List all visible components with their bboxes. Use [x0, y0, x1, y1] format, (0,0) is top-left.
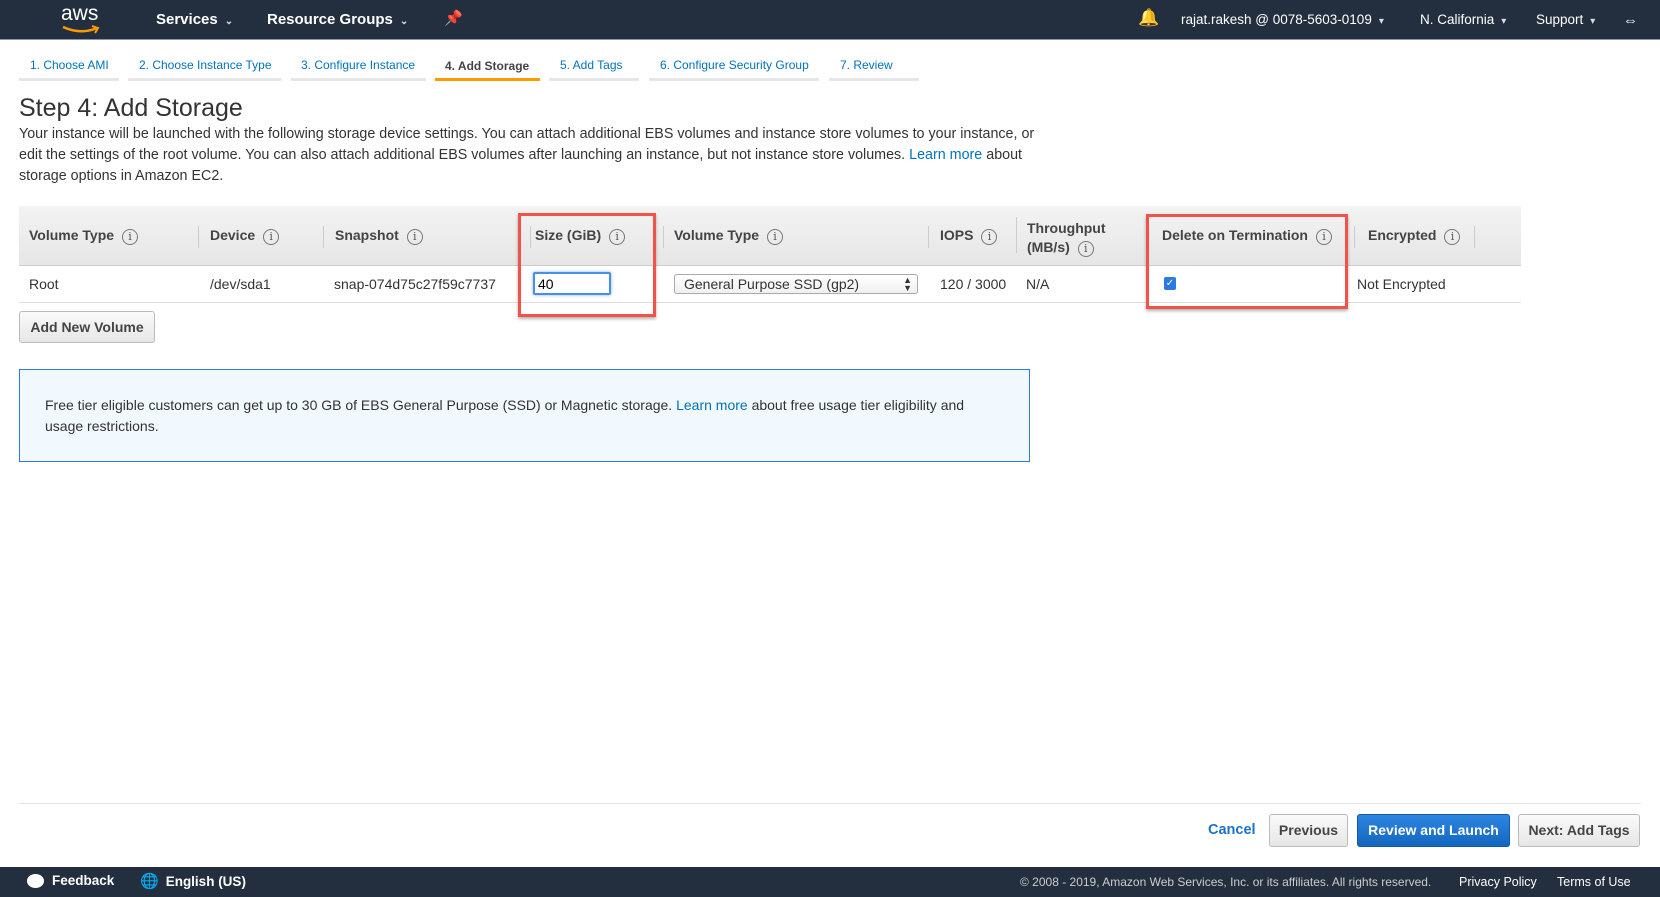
chevron-down-icon: ⌄ — [399, 16, 409, 27]
volume-type-select[interactable]: General Purpose SSD (gp2) ▲ ▼ — [674, 274, 918, 294]
tab-underline — [829, 78, 919, 81]
header-encrypted: Encrypted i — [1368, 227, 1461, 245]
info-icon[interactable]: i — [1077, 241, 1094, 257]
previous-button[interactable]: Previous — [1269, 814, 1348, 847]
language-selector[interactable]: 🌐 English (US) — [140, 872, 246, 890]
tab-underline — [549, 78, 639, 81]
learn-more-link[interactable]: Learn more — [909, 147, 982, 163]
footer-divider — [19, 803, 1641, 804]
pin-icon[interactable]: 📌 — [444, 9, 463, 27]
page-title: Step 4: Add Storage — [19, 94, 243, 122]
select-arrows-icon: ▲ ▼ — [903, 275, 912, 293]
highlight-size-column — [518, 213, 656, 317]
chevron-down-icon: ▾ — [1378, 16, 1384, 27]
tab-configure-security-group[interactable]: 6. Configure Security Group — [660, 58, 809, 72]
speech-bubble-icon — [27, 874, 44, 889]
info-icon[interactable]: i — [263, 229, 280, 245]
cell-snapshot: snap-074d75c27f59c7737 — [334, 276, 496, 292]
tab-underline-active — [435, 78, 540, 81]
column-divider — [928, 226, 929, 248]
copyright: © 2008 - 2019, Amazon Web Services, Inc.… — [1020, 875, 1432, 889]
header-throughput: Throughput (MB/s) i — [1027, 220, 1106, 257]
cell-encrypted: Not Encrypted — [1357, 276, 1446, 292]
footer-bar: Feedback 🌐 English (US) © 2008 - 2019, Am… — [0, 867, 1660, 897]
tab-choose-ami[interactable]: 1. Choose AMI — [30, 58, 109, 72]
globe-icon: 🌐 — [140, 873, 159, 890]
tab-add-tags[interactable]: 5. Add Tags — [560, 58, 623, 72]
free-tier-notice: Free tier eligible customers can get up … — [19, 369, 1030, 462]
resource-groups-menu[interactable]: Resource Groups ⌄ — [267, 11, 408, 28]
add-new-volume-button[interactable]: Add New Volume — [19, 311, 155, 343]
expand-icon[interactable]: ⇔ — [1623, 12, 1638, 29]
tab-underline — [128, 78, 281, 81]
tab-underline — [649, 78, 819, 81]
review-and-launch-button[interactable]: Review and Launch — [1357, 814, 1510, 847]
next-add-tags-button[interactable]: Next: Add Tags — [1518, 814, 1640, 847]
chevron-down-icon: ⌄ — [224, 16, 234, 27]
header-snapshot: Snapshot i — [335, 227, 423, 245]
column-divider — [1016, 217, 1017, 253]
free-tier-learn-more-link[interactable]: Learn more — [676, 397, 748, 413]
tab-underline — [291, 78, 426, 81]
info-icon[interactable]: i — [1444, 229, 1461, 245]
chevron-down-icon: ▾ — [1501, 16, 1507, 27]
support-menu[interactable]: Support ▾ — [1536, 12, 1595, 27]
privacy-policy-link[interactable]: Privacy Policy — [1459, 875, 1537, 889]
info-icon[interactable]: i — [767, 229, 784, 245]
header-volume-type: Volume Type i — [29, 227, 139, 245]
account-menu[interactable]: rajat.rakesh @ 0078-5603-0109 ▾ — [1181, 12, 1384, 27]
top-nav-bar: aws Services ⌄ Resource Groups ⌄ 📌 🔔 rajat… — [0, 0, 1660, 40]
header-iops: IOPS i — [940, 227, 998, 245]
cancel-link[interactable]: Cancel — [1208, 822, 1256, 838]
column-divider — [663, 226, 664, 248]
tab-review[interactable]: 7. Review — [840, 58, 893, 72]
cell-device: /dev/sda1 — [210, 276, 271, 292]
region-menu[interactable]: N. California ▾ — [1420, 12, 1506, 27]
info-icon[interactable]: i — [406, 229, 423, 245]
header-volume-type-2: Volume Type i — [674, 227, 784, 245]
services-menu[interactable]: Services ⌄ — [156, 11, 233, 28]
highlight-delete-column — [1146, 214, 1348, 309]
cell-iops: 120 / 3000 — [940, 276, 1007, 292]
terms-of-use-link[interactable]: Terms of Use — [1557, 875, 1631, 889]
header-device: Device i — [210, 227, 280, 245]
chevron-down-icon: ▾ — [1590, 16, 1596, 27]
column-divider — [198, 226, 199, 248]
bell-icon[interactable]: 🔔 — [1138, 8, 1159, 28]
page-description: Your instance will be launched with the … — [19, 126, 1035, 184]
info-icon[interactable]: i — [122, 229, 139, 245]
tab-underline — [19, 78, 119, 81]
column-divider — [1354, 226, 1355, 248]
cell-throughput: N/A — [1026, 276, 1050, 292]
tab-add-storage[interactable]: 4. Add Storage — [445, 59, 529, 73]
tab-configure-instance[interactable]: 3. Configure Instance — [301, 58, 415, 72]
aws-logo[interactable]: aws — [61, 2, 101, 36]
tab-choose-instance-type[interactable]: 2. Choose Instance Type — [139, 58, 272, 72]
info-icon[interactable]: i — [981, 229, 998, 245]
cell-volume-type: Root — [29, 276, 59, 292]
column-divider — [1474, 226, 1475, 248]
column-divider — [323, 226, 324, 248]
feedback-button[interactable]: Feedback — [27, 872, 114, 889]
